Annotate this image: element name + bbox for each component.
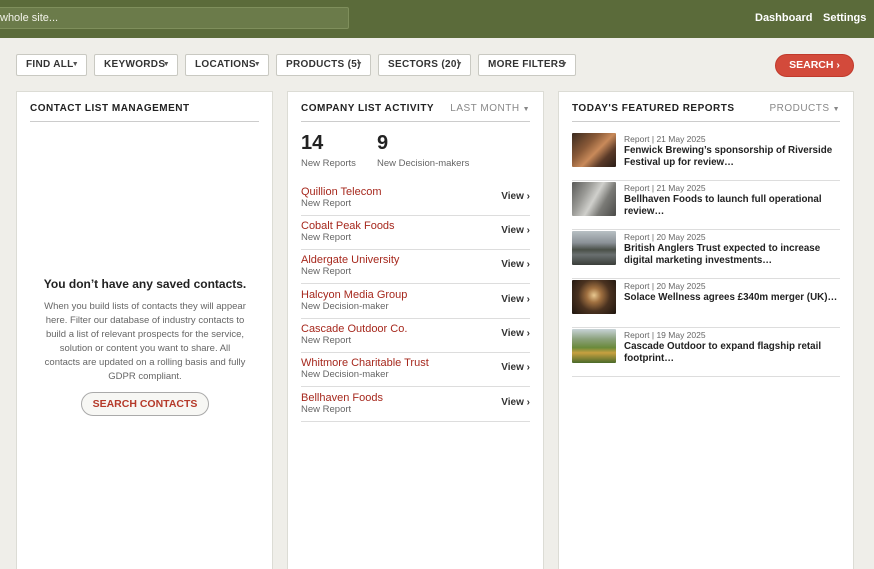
report-meta: Report | 20 May 2025 [624, 232, 706, 242]
view-link[interactable]: View › [501, 397, 530, 408]
company-link[interactable]: Whitmore Charitable Trust [301, 357, 429, 369]
nav-dashboard[interactable]: Dashboard [755, 12, 812, 24]
filter-find-all[interactable]: FIND ALL ▼ [16, 54, 87, 76]
panel-header: TODAY'S FEATURED REPORTS PRODUCTS ▼ [572, 92, 840, 122]
activity-type: New Report [301, 198, 352, 209]
lake-landscape-thumbnail[interactable] [572, 231, 616, 265]
caret-down-icon: ▼ [162, 61, 170, 68]
report-title[interactable]: Fenwick Brewing’s sponsorship of Riversi… [624, 145, 840, 169]
filter-label: PRODUCTS (5) [286, 59, 361, 70]
caret-down-icon: ▼ [832, 106, 840, 113]
filter-label: KEYWORDS [104, 59, 166, 70]
products-label: PRODUCTS [769, 103, 830, 114]
activity-row: Whitmore Charitable Trust New Decision-m… [301, 353, 530, 387]
report-title[interactable]: Solace Wellness agrees £340m merger (UK)… [624, 292, 840, 304]
report-title[interactable]: Bellhaven Foods to launch full operation… [624, 194, 840, 218]
panel-title: CONTACT LIST MANAGEMENT [30, 103, 190, 114]
stat-decision-makers-value: 9 [377, 132, 389, 154]
report-meta: Report | 21 May 2025 [624, 134, 706, 144]
filter-more[interactable]: MORE FILTERS ▼ [478, 54, 576, 76]
filter-label: FIND ALL [26, 59, 74, 70]
view-link[interactable]: View › [501, 328, 530, 339]
caret-down-icon: ▼ [71, 61, 79, 68]
caret-down-icon: ▼ [455, 61, 463, 68]
report-title[interactable]: British Anglers Trust expected to increa… [624, 243, 840, 267]
activity-row: Halcyon Media Group New Decision-maker V… [301, 285, 530, 319]
report-title[interactable]: Cascade Outdoor to expand flagship retai… [624, 341, 840, 365]
report-meta: Report | 21 May 2025 [624, 183, 706, 193]
panel-header: COMPANY LIST ACTIVITY LAST MONTH ▼ [301, 92, 530, 122]
top-bar: whole site... Dashboard Settings [0, 0, 874, 38]
company-link[interactable]: Bellhaven Foods [301, 392, 383, 404]
company-link[interactable]: Aldergate University [301, 254, 399, 266]
activity-panel: COMPANY LIST ACTIVITY LAST MONTH ▼ 14 New… [287, 91, 544, 569]
panel-title: COMPANY LIST ACTIVITY [301, 103, 435, 114]
brewery-crowd-thumbnail[interactable] [572, 133, 616, 167]
report-item[interactable]: Report | 20 May 2025 British Anglers Tru… [572, 230, 840, 279]
caret-down-icon: ▼ [355, 61, 363, 68]
filter-products[interactable]: PRODUCTS (5) ▼ [276, 54, 371, 76]
report-item[interactable]: Report | 21 May 2025 Fenwick Brewing’s s… [572, 132, 840, 181]
activity-row: Quillion Telecom New Report View › [301, 182, 530, 216]
period-dropdown[interactable]: LAST MONTH ▼ [450, 103, 530, 114]
view-link[interactable]: View › [501, 191, 530, 202]
spa-room-thumbnail[interactable] [572, 280, 616, 314]
nav-settings[interactable]: Settings [823, 12, 866, 24]
site-search-input[interactable]: whole site... [0, 7, 349, 29]
activity-row: Cobalt Peak Foods New Report View › [301, 216, 530, 250]
activity-type: New Report [301, 404, 352, 415]
company-link[interactable]: Quillion Telecom [301, 186, 382, 198]
stat-decision-makers-label: New Decision-makers [377, 158, 470, 169]
activity-type: New Report [301, 266, 352, 277]
period-label: LAST MONTH [450, 103, 520, 114]
view-link[interactable]: View › [501, 259, 530, 270]
caret-down-icon: ▼ [560, 61, 568, 68]
empty-state-title: You don’t have any saved contacts. [43, 277, 247, 291]
view-link[interactable]: View › [501, 294, 530, 305]
report-item[interactable]: Report | 19 May 2025 Cascade Outdoor to … [572, 328, 840, 377]
stat-new-reports-value: 14 [301, 132, 324, 154]
activity-row: Cascade Outdoor Co. New Report View › [301, 319, 530, 353]
activity-type: New Report [301, 335, 352, 346]
factory-interior-thumbnail[interactable] [572, 182, 616, 216]
filter-sectors[interactable]: SECTORS (20) ▼ [378, 54, 471, 76]
activity-type: New Report [301, 232, 352, 243]
panel-header: CONTACT LIST MANAGEMENT [30, 92, 259, 122]
activity-row: Aldergate University New Report View › [301, 250, 530, 284]
filter-locations[interactable]: LOCATIONS ▼ [185, 54, 269, 76]
contacts-panel: CONTACT LIST MANAGEMENT You don’t have a… [16, 91, 273, 569]
activity-type: New Decision-maker [301, 301, 389, 312]
view-link[interactable]: View › [501, 225, 530, 236]
report-item[interactable]: Report | 21 May 2025 Bellhaven Foods to … [572, 181, 840, 230]
company-link[interactable]: Halcyon Media Group [301, 289, 407, 301]
report-item[interactable]: Report | 20 May 2025 Solace Wellness agr… [572, 279, 840, 328]
caret-down-icon: ▼ [522, 106, 530, 113]
search-contacts-button[interactable]: SEARCH CONTACTS [81, 392, 209, 416]
report-meta: Report | 19 May 2025 [624, 330, 706, 340]
stat-new-reports-label: New Reports [301, 158, 356, 169]
report-meta: Report | 20 May 2025 [624, 281, 706, 291]
company-link[interactable]: Cascade Outdoor Co. [301, 323, 407, 335]
filter-label: MORE FILTERS [488, 59, 566, 70]
company-link[interactable]: Cobalt Peak Foods [301, 220, 395, 232]
filter-label: SECTORS (20) [388, 59, 461, 70]
view-link[interactable]: View › [501, 362, 530, 373]
activity-type: New Decision-maker [301, 369, 389, 380]
reports-panel: TODAY'S FEATURED REPORTS PRODUCTS ▼ Repor… [558, 91, 854, 569]
filter-label: LOCATIONS [195, 59, 256, 70]
caret-down-icon: ▼ [253, 61, 261, 68]
empty-state-text: When you build lists of contacts they wi… [44, 301, 246, 382]
filter-keywords[interactable]: KEYWORDS ▼ [94, 54, 178, 76]
activity-row: Bellhaven Foods New Report View › [301, 388, 530, 422]
products-dropdown[interactable]: PRODUCTS ▼ [769, 103, 840, 114]
search-button[interactable]: SEARCH › [775, 54, 854, 77]
panel-title: TODAY'S FEATURED REPORTS [572, 103, 735, 114]
hiker-mountains-thumbnail[interactable] [572, 329, 616, 363]
